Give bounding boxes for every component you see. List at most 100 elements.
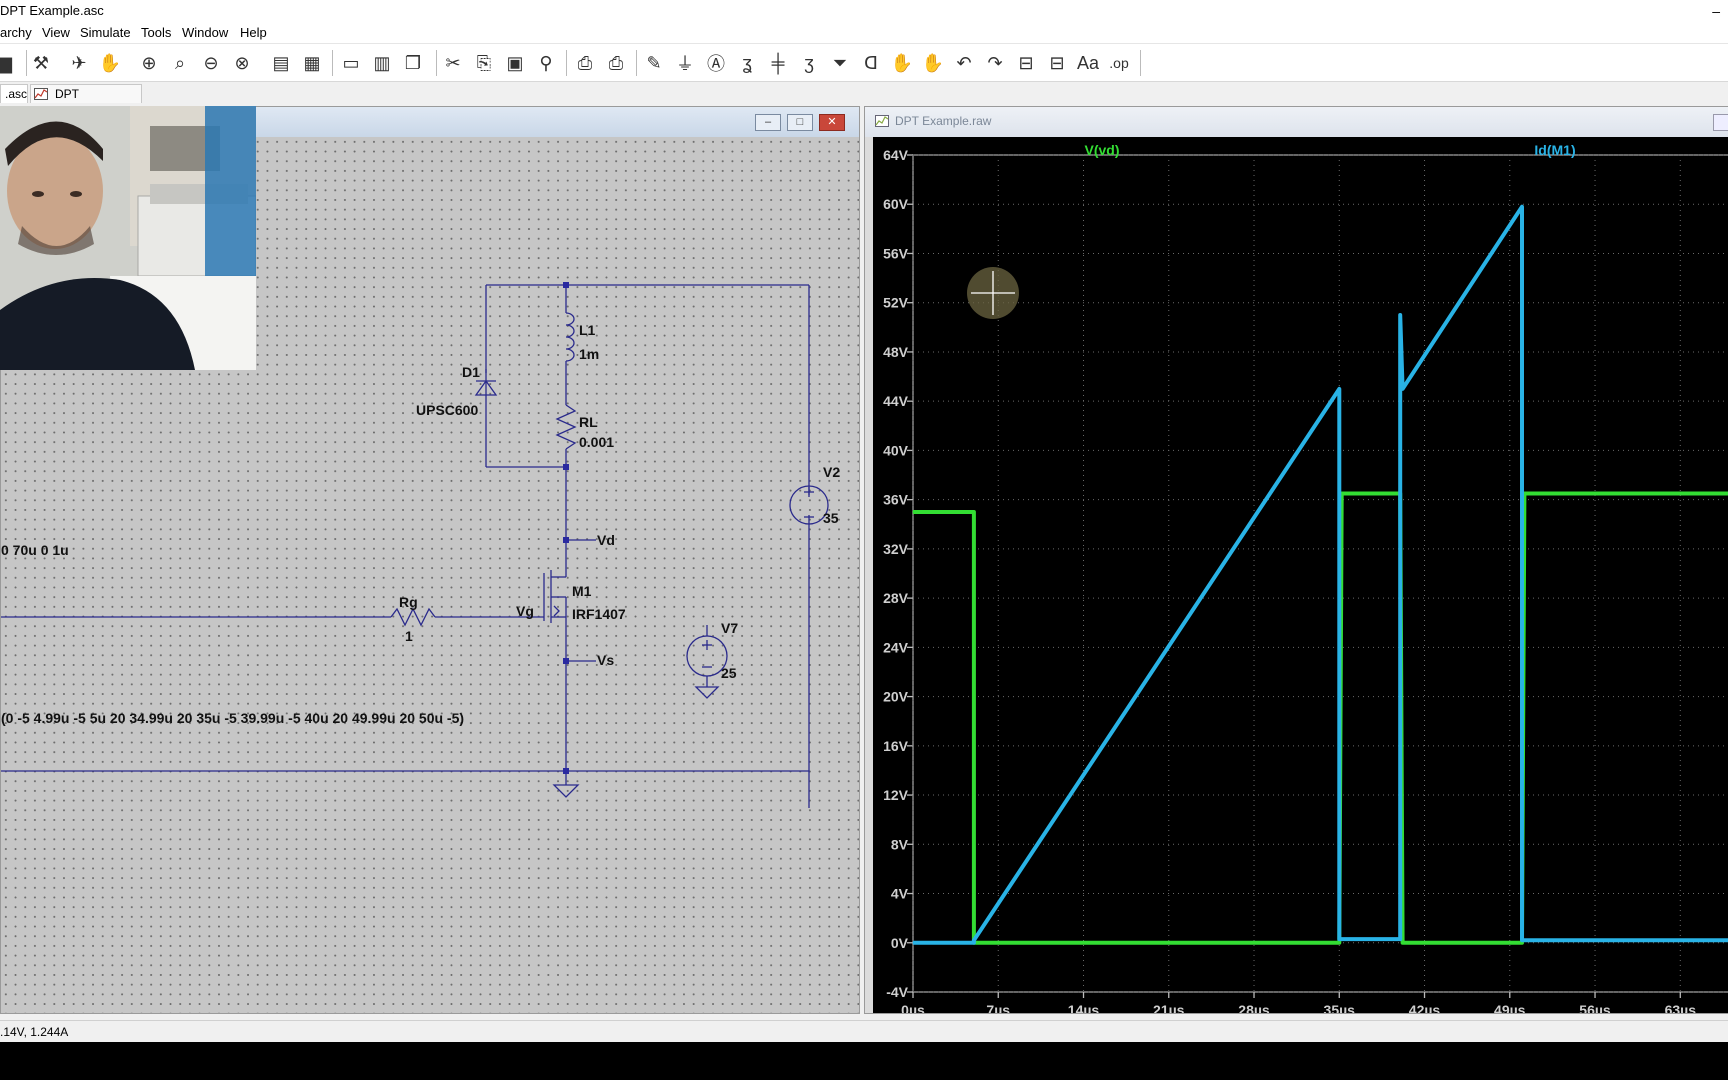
tile-vertical-icon[interactable]: ▥	[369, 50, 395, 76]
pan-icon[interactable]: ✋	[97, 50, 123, 76]
y-tick-label: 8V	[891, 836, 909, 852]
chart-series	[912, 204, 1728, 945]
undo-icon[interactable]: ↶	[951, 50, 977, 76]
title-bar: DPT Example.asc –	[0, 0, 1728, 22]
pwl-source-text: (0 -5 4.99u -5 5u 20 34.99u 20 35u -5 39…	[1, 710, 464, 726]
menu-tools[interactable]: Tools	[141, 22, 171, 44]
data-point	[1338, 942, 1340, 944]
save-icon[interactable]: ▆	[0, 50, 18, 76]
rotate-icon[interactable]: ⊟	[1013, 50, 1039, 76]
zoom-fit-icon[interactable]: ⊗	[229, 50, 255, 76]
m1-label: M1	[572, 583, 592, 599]
drag-icon[interactable]: ✋	[920, 50, 946, 76]
menu-window[interactable]: Window	[182, 22, 228, 44]
zoom-area-icon[interactable]: ⌕	[167, 50, 193, 76]
print-icon[interactable]: ⎙	[603, 50, 629, 76]
data-point	[973, 939, 975, 941]
data-point	[1399, 314, 1401, 316]
crosshair-cursor-icon	[967, 267, 1019, 319]
minimize-button[interactable]: –	[1712, 0, 1720, 22]
plot-frame	[912, 154, 1728, 993]
series-line-idm1	[913, 204, 1728, 945]
copy-icon[interactable]: ⎘	[471, 50, 497, 76]
autorange-icon[interactable]: ▤	[268, 50, 294, 76]
zoom-in-icon[interactable]: ⊕	[136, 50, 162, 76]
x-tick-label: 49µs	[1494, 1002, 1526, 1013]
legend-idm1[interactable]: Id(M1)	[1534, 142, 1575, 158]
webcam-overlay	[0, 106, 256, 370]
data-point	[1338, 938, 1340, 940]
chart-grid	[907, 154, 1728, 998]
control-panel-icon[interactable]: ⚒	[28, 50, 54, 76]
menu-view[interactable]: View	[42, 22, 70, 44]
vd-net-label: Vd	[597, 532, 615, 548]
toolbar-separator	[26, 50, 27, 76]
data-point	[912, 942, 914, 944]
zoom-out-icon[interactable]: ⊖	[198, 50, 224, 76]
schematic-minimize-button[interactable]: –	[755, 114, 781, 131]
status-bar: .14V, 1.244A	[0, 1020, 1728, 1042]
mirror-icon[interactable]: ⊟	[1044, 50, 1070, 76]
l1-label: L1	[579, 322, 596, 338]
cut-icon[interactable]: ✂	[440, 50, 466, 76]
resistor-icon[interactable]: ʓ	[734, 50, 760, 76]
vg-net-label: Vg	[516, 603, 534, 619]
spice-directive-icon[interactable]: .op	[1106, 50, 1132, 76]
waveform-minimize-button[interactable]	[1713, 114, 1728, 131]
redo-icon[interactable]: ↷	[982, 50, 1008, 76]
y-tick-label: 20V	[883, 689, 909, 705]
y-tick-label: 24V	[883, 639, 909, 655]
run-icon[interactable]: ✈	[66, 50, 92, 76]
data-point	[973, 511, 975, 513]
rg-label: Rg	[399, 594, 418, 610]
data-point	[1521, 942, 1523, 944]
x-tick-label: 14µs	[1068, 1002, 1100, 1013]
v2-value: 35	[823, 510, 839, 526]
grid-icon[interactable]: ▦	[299, 50, 325, 76]
y-tick-label: 36V	[883, 492, 909, 508]
rl-value: 0.001	[579, 434, 614, 450]
schematic-close-button[interactable]: ✕	[819, 114, 845, 131]
waveform-plot[interactable]: 64V 60V 56V 52V 48V 44V 40V 36V 32V 28V 24V 20V 16V 1…	[873, 137, 1728, 1013]
ground-icon[interactable]: ⏚	[672, 50, 698, 76]
move-icon[interactable]: ✋	[889, 50, 915, 76]
tab-strip: .asc DPT Example.raw	[0, 82, 1728, 120]
data-point	[1521, 206, 1523, 208]
x-tick-label: 35µs	[1324, 1002, 1356, 1013]
menu-simulate[interactable]: Simulate	[80, 22, 131, 44]
toolbar: ▆ ⚒ ✈ ✋ ⊕ ⌕ ⊖ ⊗ ▤ ▦ ▭ ▥ ❐ ✂ ⎘ ▣ ⚲ ⎙ ⎙ ✎ …	[0, 44, 1728, 82]
tile-horizontal-icon[interactable]: ▭	[338, 50, 364, 76]
x-tick-label: 0µs	[901, 1002, 925, 1013]
bottom-black-bar	[0, 1042, 1728, 1080]
waveform-icon	[875, 115, 889, 127]
y-tick-label: 4V	[891, 886, 909, 902]
component-icon[interactable]: ᗡ	[858, 50, 884, 76]
x-tick-label: 21µs	[1153, 1002, 1185, 1013]
menu-hierarchy[interactable]: archy	[0, 22, 32, 44]
x-tick-label: 7µs	[986, 1002, 1010, 1013]
toolbar-separator	[636, 50, 637, 76]
series-line-vvd	[913, 491, 1728, 945]
legend-vvd[interactable]: V(vd)	[1085, 142, 1120, 158]
cascade-icon[interactable]: ❐	[400, 50, 426, 76]
schematic-maximize-button[interactable]: □	[787, 114, 813, 131]
capacitor-icon[interactable]: ╪	[765, 50, 791, 76]
diode-icon[interactable]: ⏷	[827, 50, 853, 76]
paste-icon[interactable]: ▣	[502, 50, 528, 76]
print-preview-icon[interactable]: ⎙	[572, 50, 598, 76]
menu-help[interactable]: Help	[240, 22, 267, 44]
waveform-window-title: DPT Example.raw	[895, 114, 992, 128]
label-net-icon[interactable]: Ⓐ	[703, 50, 729, 76]
find-icon[interactable]: ⚲	[533, 50, 559, 76]
draw-wire-icon[interactable]: ✎	[641, 50, 667, 76]
data-point	[1402, 388, 1404, 390]
v7-value: 25	[721, 665, 737, 681]
tab-schematic[interactable]: .asc	[0, 84, 28, 103]
y-tick-label: 28V	[883, 590, 909, 606]
v7-label: V7	[721, 620, 738, 636]
text-icon[interactable]: Aa	[1075, 50, 1101, 76]
y-tick-label: 60V	[883, 196, 909, 212]
y-tick-label: 64V	[883, 147, 909, 163]
inductor-icon[interactable]: ʒ	[796, 50, 822, 76]
l1-value: 1m	[579, 346, 599, 362]
